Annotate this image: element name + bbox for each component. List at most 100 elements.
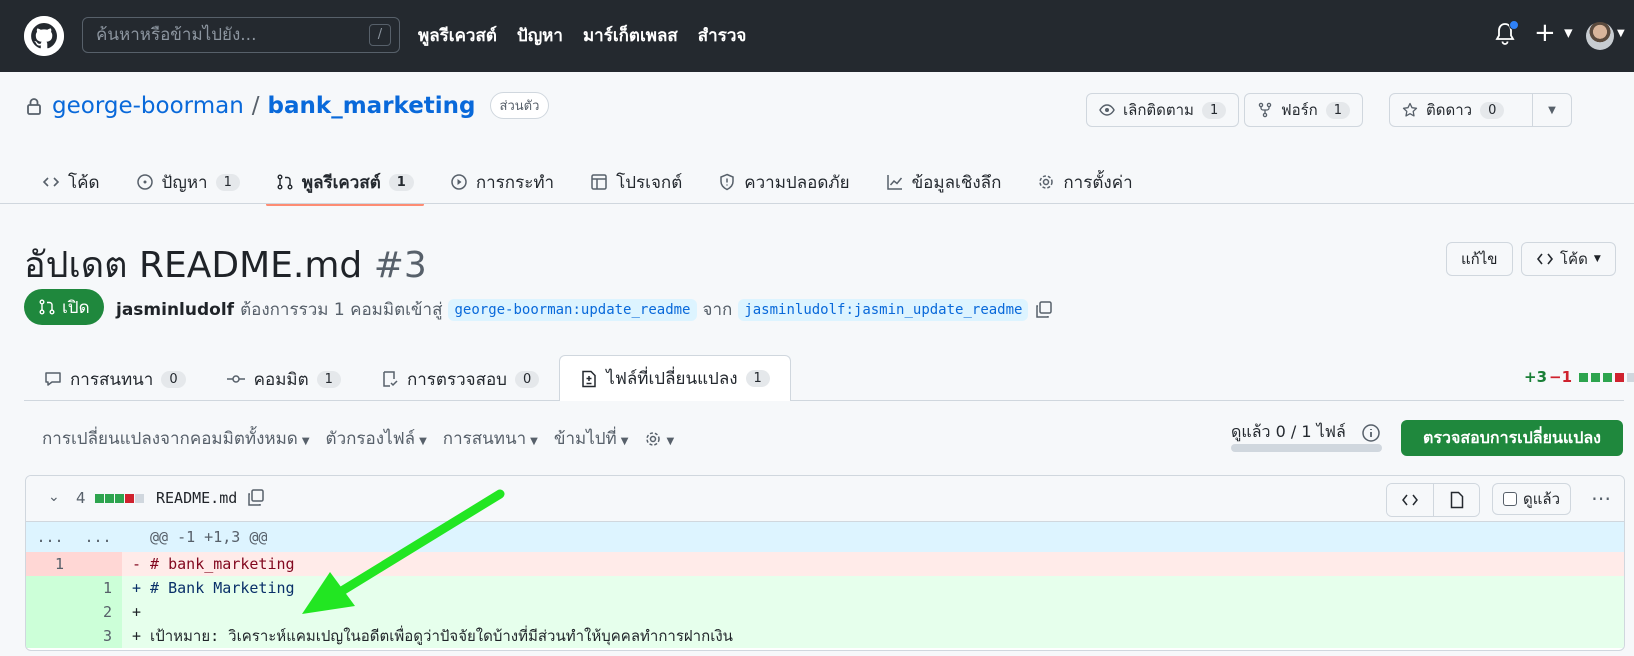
edit-title-button[interactable]: แก้ไข [1446, 242, 1513, 276]
diffstat-square [1615, 372, 1625, 382]
dropdown-label: ข้ามไปที่ [553, 429, 617, 449]
tab-actions[interactable]: การกระทำ [432, 162, 572, 202]
new-line-number[interactable]: 2 [74, 600, 122, 624]
diffstat-square [125, 494, 134, 503]
visibility-badge: ส่วนตัว [489, 92, 550, 119]
viewed-progress-bar [1231, 444, 1382, 452]
base-branch[interactable]: george-boorman:update_readme [448, 298, 697, 321]
source-view-button[interactable] [1387, 484, 1433, 516]
viewed-label: ดูแล้ว [1523, 490, 1561, 508]
fork-count: 1 [1325, 101, 1351, 119]
line-code: + เป้าหมาย: วิเคราะห์แคมเปญในอดีตเพื่อดู… [122, 624, 1624, 648]
nav-issues[interactable]: ปัญหา [517, 22, 563, 49]
nav-explore[interactable]: สำรวจ [698, 22, 747, 49]
copy-icon[interactable] [1034, 300, 1054, 320]
nav-marketplace[interactable]: มาร์เก็ตเพลส [583, 22, 678, 49]
tab-conversation[interactable]: การสนทนา 0 [24, 357, 206, 401]
nav-pull-requests[interactable]: พูลรีเควสต์ [418, 22, 497, 49]
unwatch-button[interactable]: เลิกติดตาม 1 [1086, 93, 1240, 127]
lock-icon [27, 97, 41, 115]
info-icon[interactable] [1361, 423, 1381, 443]
github-logo-icon[interactable] [24, 16, 64, 56]
deletions-count: −1 [1549, 368, 1573, 386]
expand-right[interactable]: ... [74, 522, 122, 552]
diffstat: +3 −1 [1524, 368, 1634, 386]
diff-line: 1 - # bank_marketing [26, 552, 1624, 576]
tab-settings[interactable]: การตั้งค่า [1019, 162, 1150, 202]
star-button[interactable]: ติดดาว 0 [1389, 93, 1533, 127]
diffstat-square [1603, 372, 1613, 382]
divider [0, 203, 1634, 204]
code-dropdown-button[interactable]: โค้ด ▼ [1521, 242, 1616, 276]
tab-code[interactable]: โค้ด [24, 162, 118, 202]
tab-pull-requests[interactable]: พูลรีเควสต์ 1 [258, 162, 432, 206]
edit-label: แก้ไข [1461, 250, 1498, 268]
commit-range-dropdown[interactable]: การเปลี่ยนแปลงจากคอมมิตทั้งหมด ▼ [42, 425, 310, 452]
tab-issues[interactable]: ปัญหา 1 [118, 162, 258, 202]
tab-projects[interactable]: โปรเจกต์ [572, 162, 700, 202]
file-header: ⌄ 4 README.md ดูแล้ว ⋯ [26, 476, 1624, 522]
collapse-chevron-icon[interactable]: ⌄ [48, 489, 60, 505]
breadcrumb-separator: / [251, 92, 260, 119]
head-branch[interactable]: jasminludolf:jasmin_update_readme [738, 298, 1029, 321]
additions-count: +3 [1524, 368, 1548, 386]
new-line-number[interactable]: 1 [74, 576, 122, 600]
tab-commits[interactable]: คอมมิต 1 [206, 357, 361, 401]
new-line-number[interactable]: 3 [74, 624, 122, 648]
jump-to-dropdown[interactable]: ข้ามไปที่ ▼ [554, 425, 629, 452]
repo-breadcrumb: george-boorman / bank_marketing ส่วนตัว [24, 92, 550, 119]
repo-name-link[interactable]: bank_marketing [268, 93, 476, 119]
user-avatar[interactable] [1586, 22, 1614, 50]
tab-insights[interactable]: ข้อมูลเชิงลึก [868, 162, 1020, 202]
star-list-dropdown[interactable]: ▼ [1532, 93, 1572, 127]
play-icon [451, 174, 467, 190]
viewed-checkbox[interactable]: ดูแล้ว [1492, 483, 1572, 515]
line-code: - # bank_marketing [122, 552, 1624, 576]
global-nav: พูลรีเควสต์ ปัญหา มาร์เก็ตเพลส สำรวจ [418, 22, 746, 49]
search-placeholder: ค้นหาหรือข้ามไปยัง... [96, 25, 257, 45]
new-line-number[interactable] [74, 552, 122, 576]
copy-icon[interactable] [246, 488, 266, 508]
gear-icon [1039, 175, 1054, 189]
search-input[interactable]: ค้นหาหรือข้ามไปยัง... / [82, 17, 400, 53]
tab-label: พูลรีเควสต์ [301, 172, 381, 193]
from-word: จาก [702, 300, 733, 320]
tab-count: 1 [745, 370, 770, 387]
tab-count: 0 [161, 370, 186, 388]
code-icon [1402, 494, 1418, 506]
old-line-number[interactable]: 1 [26, 552, 74, 576]
tab-label: ปัญหา [161, 172, 208, 193]
file-diff: ⌄ 4 README.md ดูแล้ว ⋯ ... ... @@ -1 +1,… [25, 475, 1625, 651]
hunk-header: @@ -1 +1,3 @@ [122, 522, 1624, 552]
file-name-link[interactable]: README.md [156, 489, 237, 507]
repo-owner-link[interactable]: george-boorman [52, 93, 244, 119]
chevron-down-icon: ▼ [1593, 254, 1601, 264]
notification-bell-icon[interactable] [1494, 20, 1519, 46]
fork-icon [1258, 102, 1272, 118]
global-header: ค้นหาหรือข้ามไปยัง... / พูลรีเควสต์ ปัญห… [0, 0, 1634, 72]
more-options-icon[interactable]: ⋯ [1591, 486, 1612, 510]
file-filter-dropdown[interactable]: ตัวกรองไฟล์ ▼ [326, 425, 427, 452]
old-line-number[interactable] [26, 576, 74, 600]
pr-number: #3 [373, 245, 427, 286]
conversations-dropdown[interactable]: การสนทนา ▼ [443, 425, 538, 452]
expand-left[interactable]: ... [26, 522, 74, 552]
old-line-number[interactable] [26, 624, 74, 648]
diff-settings-dropdown[interactable]: ▼ [644, 429, 674, 449]
tab-checks[interactable]: การตรวจสอบ 0 [361, 357, 559, 401]
code-icon [42, 177, 60, 187]
notification-unread-dot [1509, 20, 1519, 30]
old-line-number[interactable] [26, 600, 74, 624]
pr-summary: ต้องการรวม 1 คอมมิตเข้าสู่ [240, 300, 443, 320]
author-link[interactable]: jasminludolf [116, 300, 234, 320]
tab-label: ความปลอดภัย [744, 172, 850, 193]
tab-files-changed[interactable]: ไฟล์ที่เปลี่ยนแปลง 1 [559, 355, 791, 401]
tab-security[interactable]: ความปลอดภัย [700, 162, 867, 202]
rich-view-button[interactable] [1433, 484, 1479, 516]
create-new-button[interactable]: + ▼ [1534, 18, 1573, 49]
status-badge: เปิด [24, 289, 104, 325]
star-count: 0 [1480, 101, 1505, 119]
review-changes-button[interactable]: ตรวจสอบการเปลี่ยนแปลง [1401, 420, 1623, 456]
pr-meta: jasminludolf ต้องการรวม 1 คอมมิตเข้าสู่ … [116, 296, 1054, 323]
fork-button[interactable]: ฟอร์ก 1 [1244, 93, 1364, 127]
